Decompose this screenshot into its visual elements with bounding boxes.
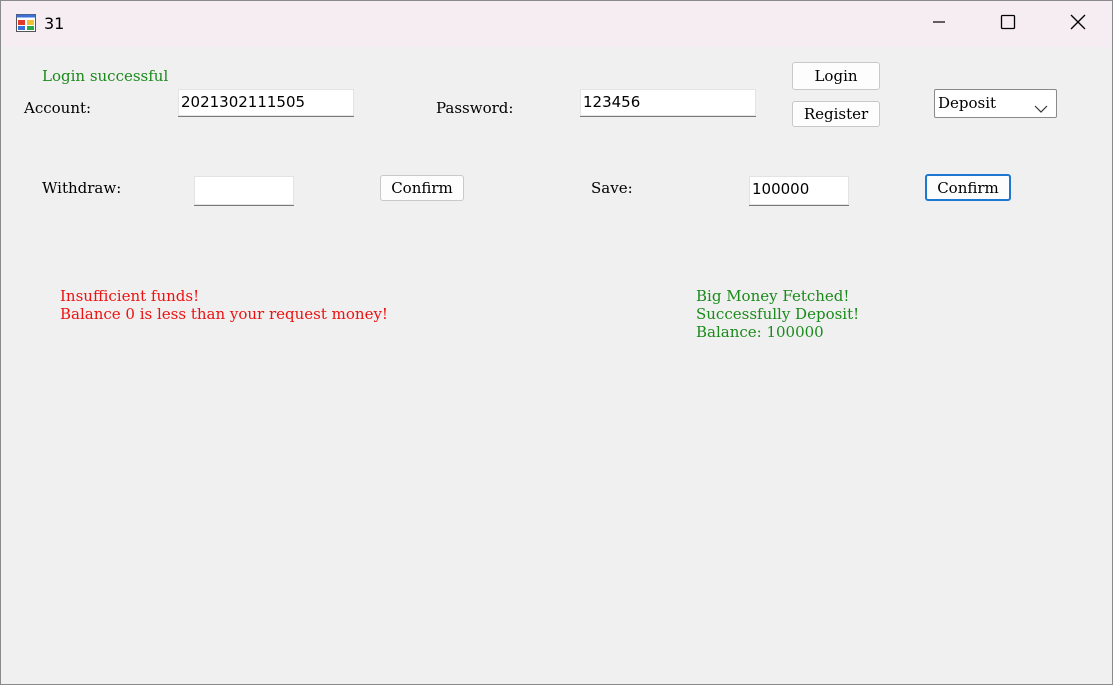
close-button[interactable] [1043, 1, 1112, 47]
client-area: Login successful Account: 2021302111505 … [1, 47, 1112, 684]
register-button[interactable]: Register [792, 101, 880, 127]
save-input[interactable]: 100000 [749, 176, 849, 206]
withdraw-message-line: Balance 0 is less than your request mone… [60, 305, 388, 323]
save-label: Save: [591, 179, 633, 197]
account-label: Account: [24, 99, 92, 117]
save-message-line: Big Money Fetched! [696, 287, 850, 305]
maximize-button[interactable] [973, 1, 1043, 47]
minimize-button[interactable] [904, 1, 974, 47]
withdraw-input[interactable] [194, 176, 294, 206]
password-label: Password: [436, 99, 514, 117]
withdraw-label: Withdraw: [42, 179, 122, 197]
save-message-line: Balance: 100000 [696, 323, 824, 341]
save-message-line: Successfully Deposit! [696, 305, 860, 323]
account-input[interactable]: 2021302111505 [178, 89, 354, 117]
login-status-text: Login successful [42, 67, 169, 85]
withdraw-message-line: Insufficient funds! [60, 287, 200, 305]
app-window-icon [16, 14, 36, 32]
close-icon [1069, 13, 1087, 35]
mode-select[interactable]: Deposit [934, 89, 1057, 118]
chevron-down-icon [1034, 100, 1048, 113]
title-bar[interactable]: 31 [1, 1, 1112, 47]
maximize-icon [1000, 14, 1016, 34]
password-input[interactable]: 123456 [580, 89, 756, 117]
withdraw-confirm-button[interactable]: Confirm [380, 175, 464, 201]
save-confirm-button[interactable]: Confirm [925, 174, 1011, 201]
window-title: 31 [44, 14, 65, 33]
mode-select-value: Deposit [938, 94, 997, 112]
app-window: 31 Login successful Account: 20213021115… [0, 0, 1113, 685]
minimize-icon [931, 14, 947, 34]
login-button[interactable]: Login [792, 62, 880, 90]
